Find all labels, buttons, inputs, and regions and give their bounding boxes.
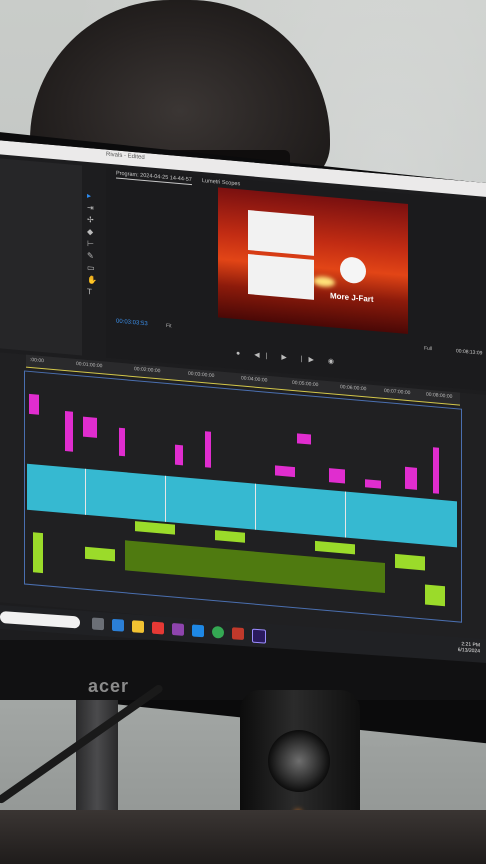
slip-tool-icon[interactable]: ⊢ [87, 239, 95, 249]
video-clip[interactable] [297, 433, 311, 445]
resolution-select[interactable]: Full [424, 345, 432, 352]
audio-clip[interactable] [395, 553, 425, 571]
video-clip[interactable] [175, 444, 183, 466]
step-forward-icon[interactable]: |▶ [301, 356, 320, 365]
ruler-tick: 00:05:00:00 [292, 379, 319, 389]
app-icon[interactable] [172, 623, 184, 636]
app-title: Rivals - Edited [106, 151, 145, 162]
ruler-tick: 00:03:00:00 [188, 370, 215, 380]
program-monitor: Program: 2024-04-25 14-44-57 Lumetri Sco… [106, 167, 486, 392]
folder-icon[interactable] [132, 620, 144, 634]
monitor-brand: acer [88, 676, 130, 696]
white-panel-top [248, 210, 314, 256]
cut-marker [255, 483, 256, 530]
rectangle-tool-icon[interactable]: ▭ [87, 263, 95, 273]
white-circle [340, 256, 366, 285]
ripple-tool-icon[interactable]: ✢ [87, 215, 95, 225]
step-back-icon[interactable]: ◀| [254, 352, 273, 361]
clock-date: 6/13/2024 [457, 647, 480, 655]
camera-icon[interactable]: ◉ [328, 358, 340, 366]
timeline-tracks[interactable] [24, 370, 462, 623]
file-explorer-icon[interactable] [92, 617, 104, 631]
video-clip[interactable] [433, 447, 439, 494]
audio-clip[interactable] [135, 521, 175, 535]
taskbar-search[interactable] [0, 611, 80, 629]
razor-tool-icon[interactable]: ◆ [87, 227, 95, 237]
ruler-tick: 00:04:00:00 [241, 375, 268, 384]
track-select-tool-icon[interactable]: ⇥ [87, 203, 95, 213]
video-clip[interactable] [365, 479, 381, 489]
pen-tool-icon[interactable]: ✎ [87, 251, 95, 261]
duration-timecode: 00:08:13:09 [456, 348, 483, 357]
video-clip[interactable] [65, 411, 73, 452]
audio-clip[interactable] [215, 530, 245, 543]
zoom-fit-select[interactable]: Fit [166, 323, 172, 329]
ruler-tick: 00:02:00:00 [134, 366, 161, 375]
app-icon[interactable] [152, 621, 164, 635]
tab-program[interactable]: Program: 2024-04-25 14-44-57 [116, 170, 192, 186]
store-icon[interactable] [112, 618, 124, 632]
sun-glow [313, 275, 335, 288]
video-viewer: More J-Fart [218, 187, 408, 335]
type-tool-icon[interactable]: T [87, 287, 95, 297]
project-panel [0, 158, 82, 356]
video-clip[interactable] [119, 427, 125, 457]
chrome-icon[interactable] [212, 625, 224, 639]
tab-lumetri-scopes[interactable]: Lumetri Scopes [202, 178, 240, 187]
hand-tool-icon[interactable]: ✋ [87, 275, 97, 285]
speaker-woofer [268, 730, 330, 792]
video-clip[interactable] [405, 466, 417, 490]
video-clip[interactable] [29, 393, 39, 415]
ruler-tick: 00:01:00:00 [76, 360, 103, 370]
cut-marker [165, 475, 166, 522]
white-panel-bottom [248, 254, 314, 300]
timeline-panel: :00:00 00:01:00:00 00:02:00:00 00:03:00:… [0, 352, 486, 646]
premiere-icon[interactable] [252, 628, 266, 644]
cut-marker [345, 491, 346, 538]
cut-marker [85, 468, 86, 515]
app-icon[interactable] [232, 627, 244, 641]
video-clip[interactable] [275, 465, 295, 478]
taskbar-clock[interactable]: 2:21 PM 6/13/2024 [457, 641, 480, 655]
ruler-tick: 00:07:00:00 [384, 387, 411, 397]
video-clip[interactable] [205, 431, 211, 468]
ruler-tick: 00:08:00:00 [426, 391, 453, 400]
tools-panel: ▸ ⇥ ✢ ◆ ⊢ ✎ ▭ ✋ T [84, 188, 98, 339]
selection-tool-icon[interactable]: ▸ [87, 191, 95, 201]
transport-controls: ● ◀| ▶ |▶ ◉ [236, 349, 340, 366]
video-clip[interactable] [329, 468, 345, 484]
app-icon[interactable] [192, 624, 204, 638]
ruler-tick: 00:06:00:00 [340, 384, 367, 393]
audio-clip[interactable] [33, 532, 43, 574]
desk-surface [0, 810, 486, 864]
playhead-timecode[interactable]: 00:03:03:53 [116, 318, 148, 327]
ruler-tick: :00:00 [30, 356, 44, 365]
play-icon[interactable]: ▶ [281, 354, 292, 362]
audio-clip[interactable] [315, 540, 355, 555]
audio-clip[interactable] [85, 546, 115, 562]
audio-clip[interactable] [425, 584, 445, 607]
video-clip[interactable] [83, 416, 97, 438]
monitor-screen: Rivals - Edited ▸ ⇥ ✢ ◆ ⊢ ✎ ▭ ✋ T Progra… [0, 140, 486, 684]
mark-in-icon[interactable]: ● [236, 350, 246, 358]
viewer-caption: More J-Fart [330, 291, 374, 305]
